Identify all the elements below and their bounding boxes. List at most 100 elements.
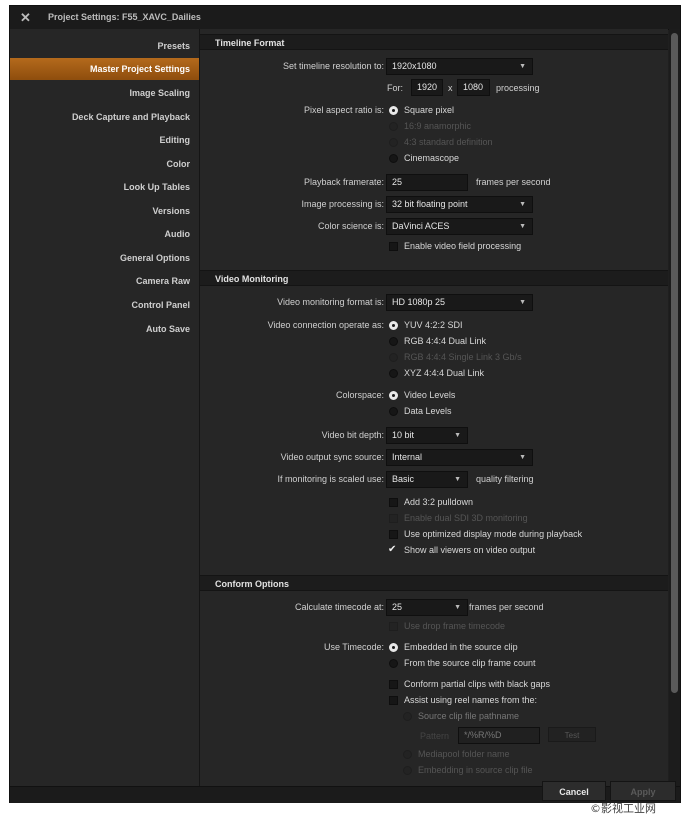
checkbox-black-gaps[interactable] [389, 680, 398, 689]
image-processing-dropdown[interactable]: 32 bit floating point ▼ [386, 196, 533, 213]
option-4-3: 4:3 standard definition [404, 137, 493, 147]
dual-sdi-3d-label: Enable dual SDI 3D monitoring [404, 513, 528, 523]
checkbox-reel-names[interactable] [389, 696, 398, 705]
sync-source-dropdown[interactable]: Internal ▼ [386, 449, 533, 466]
sidebar-item-camera-raw[interactable]: Camera Raw [10, 270, 199, 292]
chevron-down-icon: ▼ [519, 63, 526, 70]
optimized-display-label: Use optimized display mode during playba… [404, 529, 583, 539]
option-yuv-422: YUV 4:2:2 SDI [404, 320, 463, 330]
radio-embedding-source [403, 766, 412, 775]
resolution-width-field[interactable]: 1920 [411, 79, 443, 96]
option-rgb-dual: RGB 4:4:4 Dual Link [404, 336, 487, 346]
monitoring-format-dropdown[interactable]: HD 1080p 25 ▼ [386, 294, 533, 311]
resolution-height-field[interactable]: 1080 [457, 79, 490, 96]
calc-timecode-label: Calculate timecode at: [294, 602, 384, 612]
chevron-down-icon: ▼ [454, 432, 461, 439]
sidebar-item-image-scaling[interactable]: Image Scaling [10, 82, 199, 104]
scaled-label: If monitoring is scaled use: [277, 474, 384, 484]
show-viewers-label: Show all viewers on video output [404, 545, 536, 555]
checkbox-pulldown[interactable] [389, 498, 398, 507]
sidebar-item-presets[interactable]: Presets [10, 35, 199, 57]
option-data-levels: Data Levels [404, 406, 452, 416]
checkbox-optimized-display[interactable] [389, 530, 398, 539]
chevron-down-icon: ▼ [519, 299, 526, 306]
section-header-conform-options: Conform Options [200, 575, 668, 591]
sidebar-item-master-project-settings[interactable]: Master Project Settings [10, 58, 199, 80]
processing-label: processing [496, 83, 540, 93]
option-video-levels: Video Levels [404, 390, 456, 400]
radio-rgb-dual[interactable] [389, 337, 398, 346]
titlebar: ✕ Project Settings: F55_XAVC_Dailies [10, 6, 680, 30]
radio-data-levels[interactable] [389, 407, 398, 416]
settings-panel: Timeline Format Set timeline resolution … [200, 29, 668, 786]
radio-4-3 [389, 138, 398, 147]
radio-xyz[interactable] [389, 369, 398, 378]
radio-mediapool-folder [403, 750, 412, 759]
option-xyz: XYZ 4:4:4 Dual Link [404, 368, 485, 378]
framerate-label: Playback framerate: [303, 177, 384, 187]
sidebar: Presets Master Project Settings Image Sc… [10, 29, 200, 786]
window-title: Project Settings: F55_XAVC_Dailies [48, 12, 201, 22]
scrollbar[interactable] [669, 29, 680, 786]
option-frame-count: From the source clip frame count [404, 658, 536, 668]
drop-frame-label: Use drop frame timecode [404, 621, 506, 631]
connection-label: Video connection operate as: [267, 320, 384, 330]
chevron-down-icon: ▼ [454, 476, 461, 483]
sidebar-item-control-panel[interactable]: Control Panel [10, 294, 199, 316]
close-icon[interactable]: ✕ [20, 10, 31, 26]
sidebar-item-versions[interactable]: Versions [10, 200, 199, 222]
checkbox-show-viewers[interactable]: ✔ [388, 545, 397, 555]
option-cinemascope: Cinemascope [404, 153, 460, 163]
timecode-rate-dropdown[interactable]: 25 ▼ [386, 599, 468, 616]
scrollbar-thumb[interactable] [671, 33, 678, 693]
sidebar-item-deck-capture[interactable]: Deck Capture and Playback [10, 106, 199, 128]
radio-source-pathname [403, 712, 412, 721]
pulldown-label: Add 3:2 pulldown [404, 497, 474, 507]
checkbox-field-processing[interactable] [389, 242, 398, 251]
project-settings-window: ✕ Project Settings: F55_XAVC_Dailies Pre… [10, 6, 680, 803]
scaling-quality-dropdown[interactable]: Basic ▼ [386, 471, 468, 488]
sync-source-label: Video output sync source: [280, 452, 384, 462]
field-processing-label: Enable video field processing [404, 241, 522, 251]
pattern-label: Pattern [420, 731, 450, 741]
sidebar-item-look-up-tables[interactable]: Look Up Tables [10, 176, 199, 198]
x-label: x [448, 83, 453, 93]
option-embedding-source: Embedding in source clip file [418, 765, 533, 775]
radio-video-levels[interactable] [389, 391, 398, 400]
radio-square-pixel[interactable] [389, 106, 398, 115]
color-science-label: Color science is: [317, 221, 384, 231]
pattern-field: */%R/%D [458, 727, 540, 744]
test-button: Test [548, 727, 596, 742]
checkbox-dual-sdi-3d [389, 514, 398, 523]
monitoring-format-label: Video monitoring format is: [277, 297, 384, 307]
sidebar-item-audio[interactable]: Audio [10, 223, 199, 245]
bit-depth-dropdown[interactable]: 10 bit ▼ [386, 427, 468, 444]
image-processing-label: Image processing is: [301, 199, 384, 209]
option-embedded-source: Embedded in the source clip [404, 642, 518, 652]
apply-button: Apply [610, 781, 676, 801]
black-gaps-label: Conform partial clips with black gaps [404, 679, 551, 689]
sidebar-item-auto-save[interactable]: Auto Save [10, 318, 199, 340]
radio-yuv-422[interactable] [389, 321, 398, 330]
resolution-dropdown[interactable]: 1920x1080 ▼ [386, 58, 533, 75]
radio-cinemascope[interactable] [389, 154, 398, 163]
framerate-field[interactable]: 25 [386, 174, 468, 191]
chevron-down-icon: ▼ [454, 604, 461, 611]
radio-frame-count[interactable] [389, 659, 398, 668]
option-anamorphic: 16:9 anamorphic [404, 121, 472, 131]
radio-anamorphic [389, 122, 398, 131]
section-header-video-monitoring: Video Monitoring [200, 270, 668, 286]
option-mediapool-folder: Mediapool folder name [418, 749, 510, 759]
colorspace-label: Colorspace: [335, 390, 384, 400]
resolution-label: Set timeline resolution to: [282, 61, 384, 71]
cancel-button[interactable]: Cancel [542, 781, 606, 801]
watermark-text: ©影视工业网 [590, 802, 656, 815]
sidebar-item-general-options[interactable]: General Options [10, 247, 199, 269]
radio-embedded-source[interactable] [389, 643, 398, 652]
sidebar-item-color[interactable]: Color [10, 153, 199, 175]
bit-depth-label: Video bit depth: [321, 430, 384, 440]
color-science-dropdown[interactable]: DaVinci ACES ▼ [386, 218, 533, 235]
chevron-down-icon: ▼ [519, 201, 526, 208]
sidebar-item-editing[interactable]: Editing [10, 129, 199, 151]
option-source-pathname: Source clip file pathname [418, 711, 520, 721]
